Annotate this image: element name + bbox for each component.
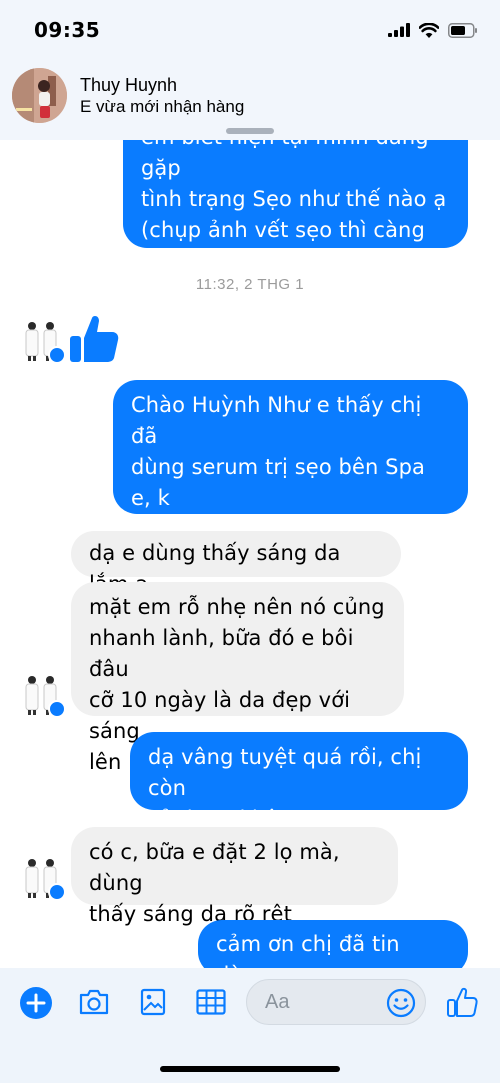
contact-avatar[interactable] bbox=[12, 68, 67, 123]
conversation-header[interactable]: Thuy Huynh E vừa mới nhận hàng bbox=[0, 62, 500, 140]
message-input-placeholder: Aa bbox=[265, 991, 290, 1013]
message-timestamp: 11:32, 2 THG 1 bbox=[195, 276, 305, 293]
thumbs-up-sticker-icon[interactable] bbox=[68, 312, 120, 364]
emoji-icon[interactable] bbox=[386, 988, 416, 1018]
outgoing-message[interactable]: cảm ơn chị đã tin dùng bbox=[198, 920, 468, 968]
composer-bar: Aa bbox=[0, 968, 500, 1083]
signal-icon bbox=[388, 23, 410, 37]
battery-icon bbox=[448, 22, 477, 38]
status-icons bbox=[388, 19, 478, 41]
outgoing-message[interactable]: em biết hiện tại mình đang gặp tình trạn… bbox=[123, 140, 468, 335]
incoming-message[interactable]: dạ e dùng thấy sáng da lắm ạ bbox=[71, 531, 401, 596]
messenger-badge-icon bbox=[48, 700, 66, 718]
messenger-badge-icon bbox=[48, 883, 66, 901]
grid-icon[interactable] bbox=[196, 989, 226, 1015]
home-indicator bbox=[160, 1066, 340, 1072]
contact-name: Thuy Huynh bbox=[80, 75, 178, 95]
messenger-badge-icon bbox=[48, 346, 66, 364]
incoming-message[interactable]: mặt em rỗ nhẹ nên nó củng nhanh lành, bữ… bbox=[71, 582, 404, 774]
plus-icon[interactable] bbox=[20, 987, 52, 1019]
wifi-icon bbox=[419, 22, 439, 38]
sender-avatar[interactable] bbox=[20, 318, 66, 364]
status-time: 09:35 bbox=[34, 18, 101, 42]
thumbs-up-icon[interactable] bbox=[446, 986, 478, 1018]
image-icon[interactable] bbox=[140, 988, 166, 1016]
drag-handle[interactable] bbox=[226, 128, 274, 134]
outgoing-message[interactable]: dạ vâng tuyệt quá rồi, chị còn sử dụng k… bbox=[130, 732, 468, 831]
outgoing-message[interactable]: Chào Huỳnh Như e thấy chị đã dùng serum … bbox=[113, 380, 468, 603]
message-list[interactable]: em biết hiện tại mình đang gặp tình trạn… bbox=[0, 140, 500, 968]
incoming-message[interactable]: có c, bữa e đặt 2 lọ mà, dùng thấy sáng … bbox=[71, 827, 398, 926]
sender-avatar[interactable] bbox=[20, 855, 66, 901]
camera-icon[interactable] bbox=[78, 988, 110, 1016]
contact-status: E vừa mới nhận hàng bbox=[80, 97, 245, 116]
sender-avatar[interactable] bbox=[20, 672, 66, 718]
status-bar: 09:35 bbox=[0, 0, 500, 62]
